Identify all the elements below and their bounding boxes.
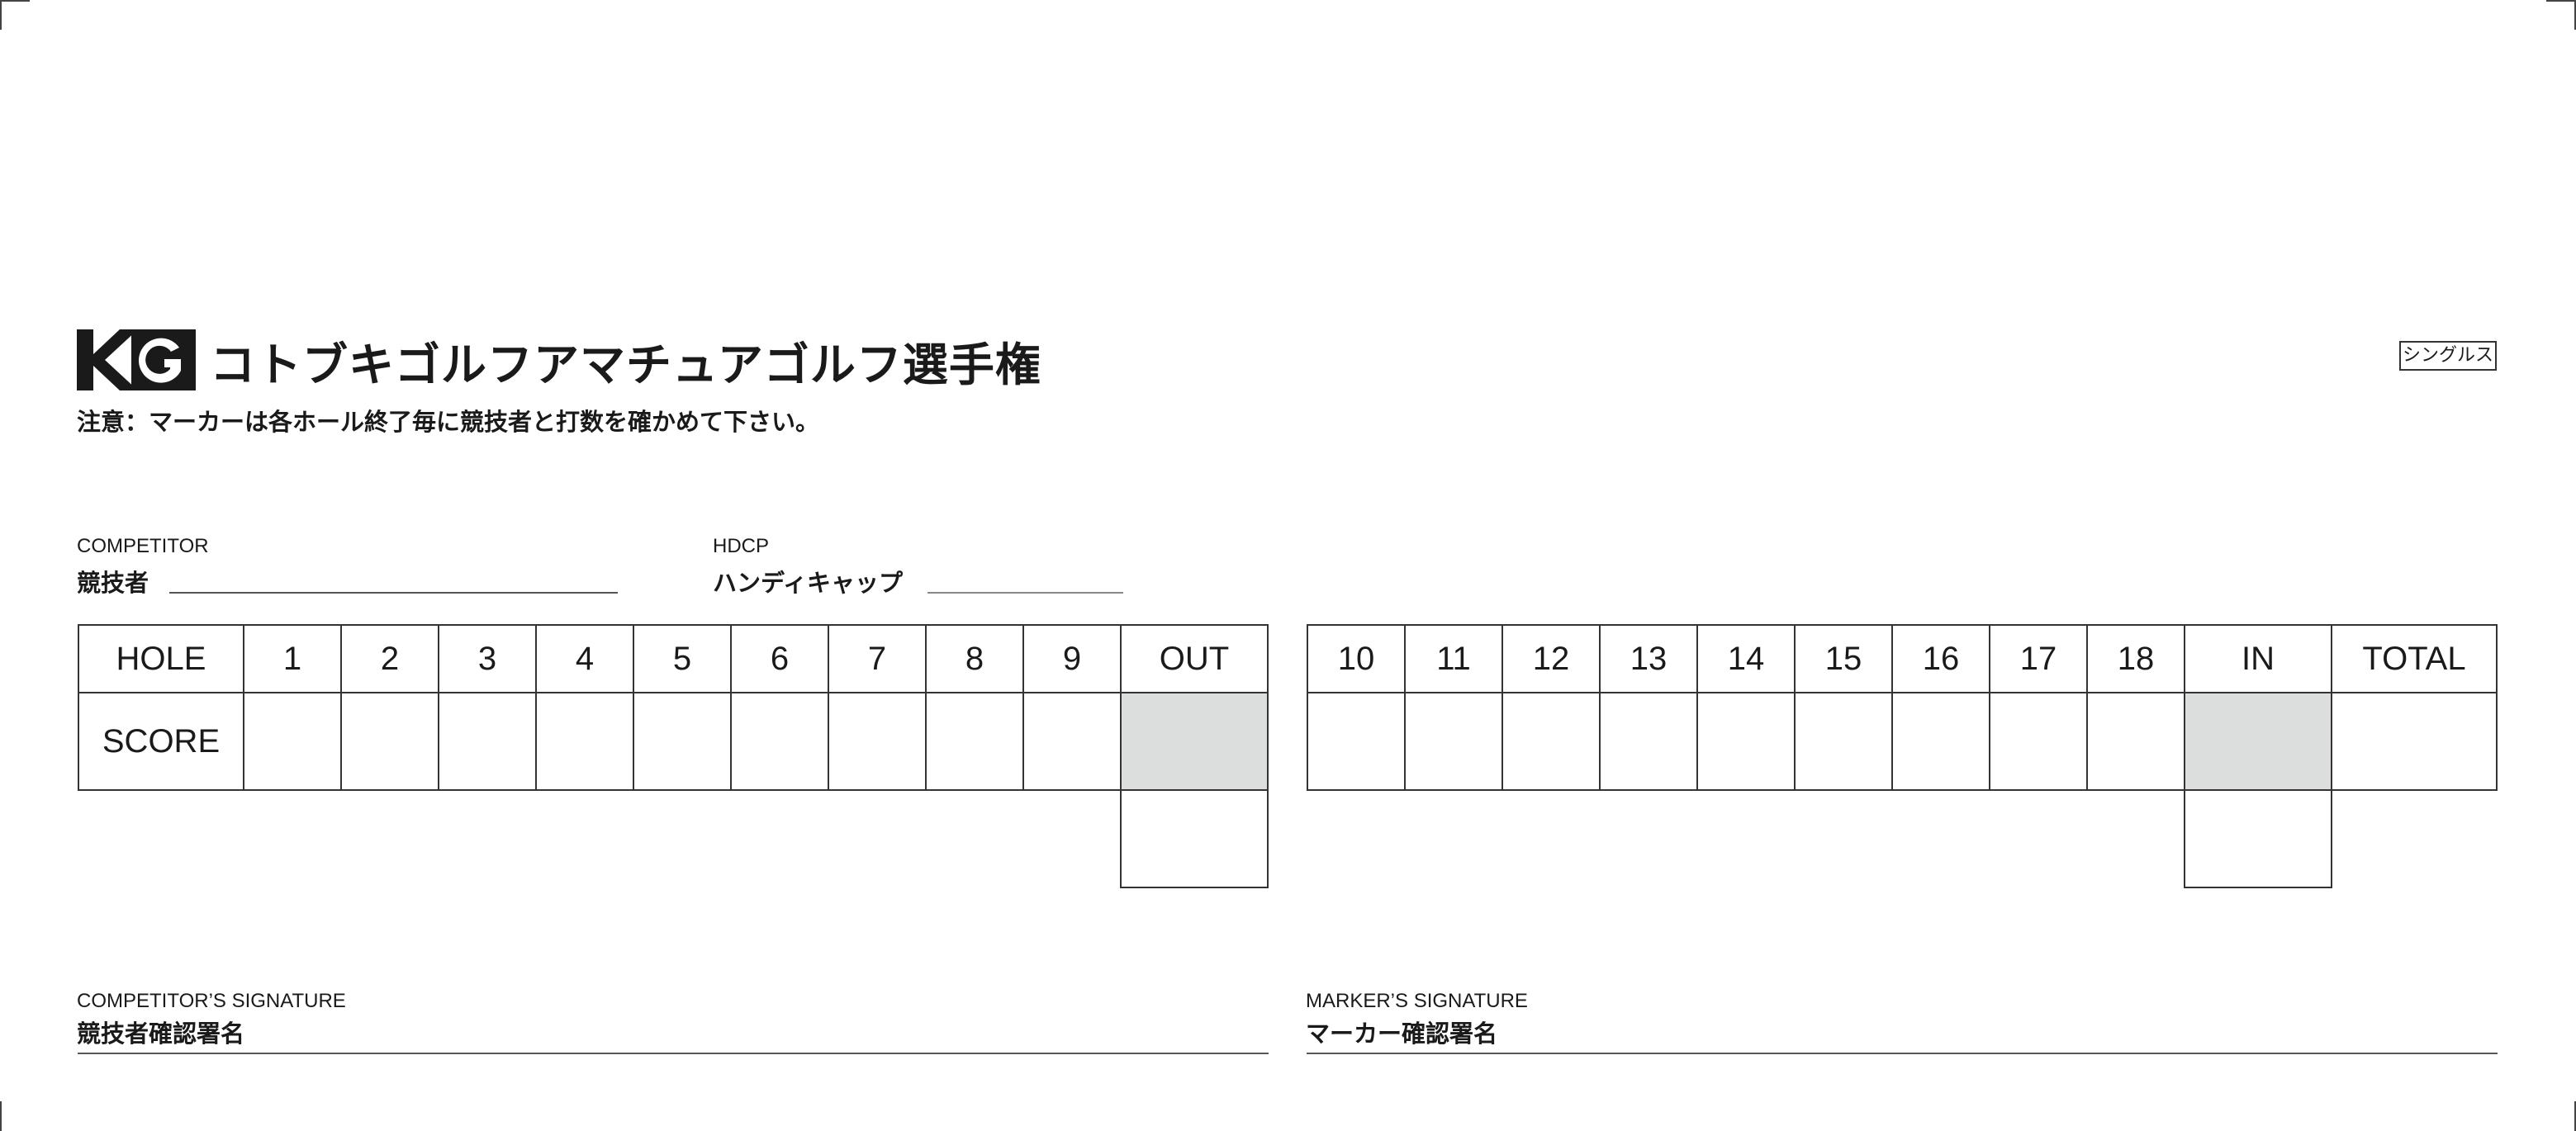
tournament-title: コトブキゴルフアマチュアゴルフ選手権 [210, 338, 1041, 391]
hdcp-label-en: HDCP [713, 535, 770, 557]
competitor-label-en: COMPETITOR [77, 535, 209, 557]
score-cell[interactable] [1404, 692, 1503, 791]
hole-number-cell: 5 [633, 624, 732, 693]
hole-number-cell: 17 [1989, 624, 2088, 693]
score-label-cell: SCORE [78, 692, 244, 791]
score-cell[interactable] [1794, 692, 1893, 791]
in-header-cell: IN [2184, 624, 2332, 693]
competitor-name-field[interactable] [169, 592, 618, 594]
hole-number-cell: 1 [243, 624, 342, 693]
out-total-cell[interactable] [1120, 789, 1269, 888]
in-shaded-cell [2184, 692, 2332, 791]
score-cell[interactable] [1696, 692, 1796, 791]
score-cell[interactable] [438, 692, 537, 791]
score-cell[interactable] [1022, 692, 1122, 791]
score-cell[interactable] [1501, 692, 1601, 791]
hole-number-cell: 16 [1891, 624, 1990, 693]
crop-mark-top-left [0, 0, 2, 30]
score-cell[interactable] [2086, 692, 2185, 791]
score-cell[interactable] [1891, 692, 1990, 791]
hole-number-cell: 7 [828, 624, 927, 693]
hole-number-cell: 4 [535, 624, 634, 693]
score-cell[interactable] [925, 692, 1024, 791]
hole-number-cell: 9 [1022, 624, 1122, 693]
score-cell[interactable] [535, 692, 634, 791]
hdcp-field[interactable] [927, 592, 1123, 594]
hole-number-cell: 18 [2086, 624, 2185, 693]
crop-mark-top-right-h [2546, 0, 2576, 2]
competitor-label-jp: 競技者 [77, 569, 149, 597]
kg-logo [77, 329, 196, 390]
hole-number-cell: 6 [730, 624, 829, 693]
hole-number-cell: 8 [925, 624, 1024, 693]
singles-badge: シングルス [2399, 341, 2497, 371]
in-total-cell[interactable] [2184, 789, 2332, 888]
competitor-signature-line[interactable] [78, 1053, 1269, 1054]
score-cell[interactable] [1307, 692, 1406, 791]
score-cell[interactable] [828, 692, 927, 791]
hole-number-cell: 15 [1794, 624, 1893, 693]
marker-notice: 注意：マーカーは各ホール終了毎に競技者と打数を確かめて下さい。 [77, 408, 820, 436]
hole-number-cell: 11 [1404, 624, 1503, 693]
competitor-signature-label-en: COMPETITOR’S SIGNATURE [77, 990, 346, 1012]
score-cell[interactable] [1599, 692, 1698, 791]
hole-number-cell: 14 [1696, 624, 1796, 693]
score-cell[interactable] [243, 692, 342, 791]
hole-header-cell: HOLE [78, 624, 244, 693]
total-header-cell: TOTAL [2331, 624, 2498, 693]
score-cell[interactable] [730, 692, 829, 791]
marker-signature-line[interactable] [1307, 1053, 2498, 1054]
hole-number-cell: 13 [1599, 624, 1698, 693]
out-header-cell: OUT [1120, 624, 1269, 693]
score-cell[interactable] [1989, 692, 2088, 791]
crop-mark-bottom-left [0, 1101, 2, 1131]
score-cell[interactable] [633, 692, 732, 791]
hdcp-label-jp: ハンディキャップ [713, 569, 903, 597]
hole-number-cell: 12 [1501, 624, 1601, 693]
out-shaded-cell [1120, 692, 1269, 791]
marker-signature-label-en: MARKER’S SIGNATURE [1306, 990, 1528, 1012]
grand-total-cell[interactable] [2331, 692, 2498, 791]
hole-number-cell: 10 [1307, 624, 1406, 693]
score-cell[interactable] [340, 692, 439, 791]
competitor-signature-label-jp: 競技者確認署名 [77, 1020, 245, 1048]
crop-mark-top-left-h [0, 0, 30, 2]
hole-number-cell: 2 [340, 624, 439, 693]
marker-signature-label-jp: マーカー確認署名 [1306, 1020, 1498, 1048]
hole-number-cell: 3 [438, 624, 537, 693]
